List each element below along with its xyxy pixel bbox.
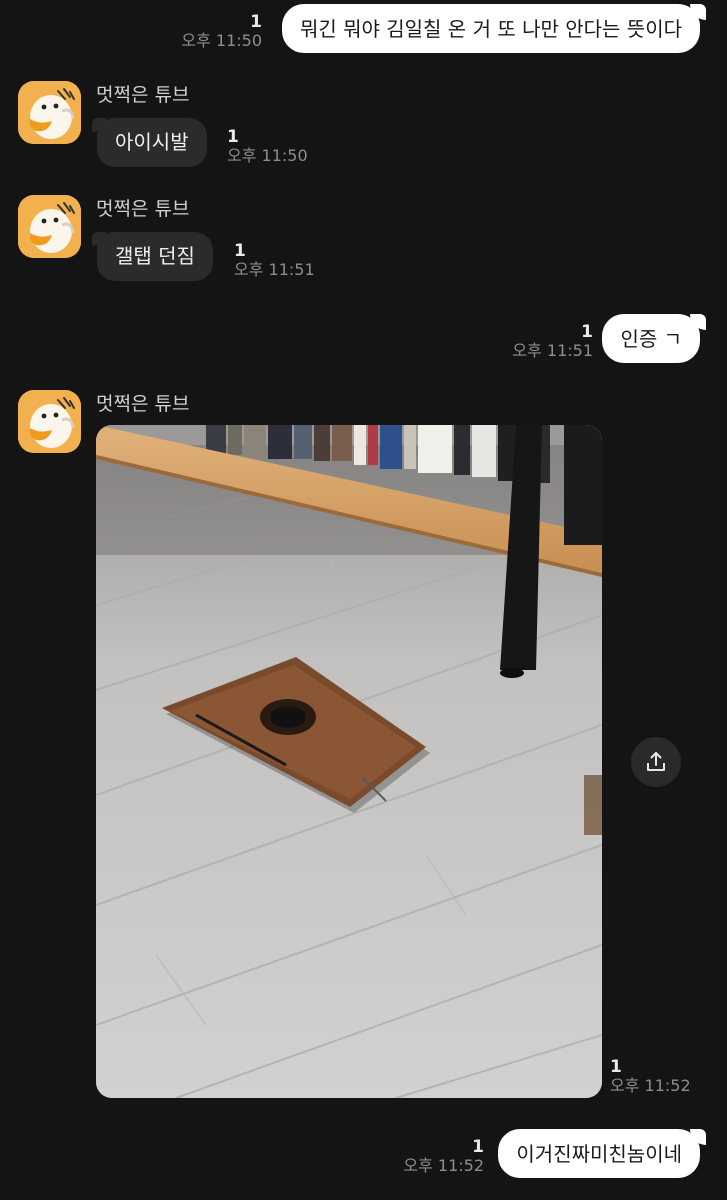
unread-count: 1 bbox=[227, 127, 239, 147]
message-meta: 1 오후 11:50 bbox=[227, 128, 308, 166]
message-time: 오후 11:52 bbox=[610, 1076, 691, 1095]
message-time: 오후 11:51 bbox=[234, 260, 315, 279]
message-meta: 1 오후 11:52 bbox=[403, 1138, 484, 1176]
sender-avatar[interactable] bbox=[18, 390, 81, 453]
message-time: 오후 11:50 bbox=[181, 31, 262, 50]
unread-count: 1 bbox=[250, 12, 262, 32]
sender-avatar[interactable] bbox=[18, 81, 81, 144]
incoming-message-bubble[interactable]: 갤탭 던짐 bbox=[92, 232, 213, 281]
tablet-on-floor-photo bbox=[96, 425, 602, 1098]
share-upload-icon bbox=[647, 752, 665, 771]
tube-duck-avatar-icon bbox=[18, 195, 81, 258]
outgoing-message-bubble[interactable]: 인증 ㄱ bbox=[602, 314, 706, 363]
message-time: 오후 11:52 bbox=[403, 1156, 484, 1175]
message-time: 오후 11:51 bbox=[512, 341, 593, 360]
message-text: 이거진짜미친놈이네 bbox=[516, 1142, 682, 1166]
message-text: 인증 ㄱ bbox=[620, 327, 682, 351]
message-text: 아이시발 bbox=[115, 130, 189, 154]
share-button[interactable] bbox=[631, 737, 681, 787]
outgoing-message-bubble[interactable]: 이거진짜미친놈이네 bbox=[498, 1129, 706, 1178]
photo-message[interactable] bbox=[96, 425, 602, 1098]
sender-avatar[interactable] bbox=[18, 195, 81, 258]
unread-count: 1 bbox=[610, 1057, 622, 1077]
message-text: 갤탭 던짐 bbox=[115, 244, 195, 268]
sender-name: 멋쩍은 튜브 bbox=[96, 393, 190, 415]
message-time: 오후 11:50 bbox=[227, 146, 308, 165]
unread-count: 1 bbox=[581, 322, 593, 342]
unread-count: 1 bbox=[472, 1137, 484, 1157]
message-meta: 1 오후 11:51 bbox=[234, 242, 315, 280]
message-text: 뭐긴 뭐야 김일칠 온 거 또 나만 안다는 뜻이다 bbox=[299, 17, 682, 41]
tube-duck-avatar-icon bbox=[18, 81, 81, 144]
message-meta: 1 오후 11:52 bbox=[610, 1058, 691, 1096]
unread-count: 1 bbox=[234, 241, 246, 261]
message-meta: 1 오후 11:51 bbox=[512, 323, 593, 361]
incoming-message-bubble[interactable]: 아이시발 bbox=[92, 118, 207, 167]
sender-name: 멋쩍은 튜브 bbox=[96, 198, 190, 220]
outgoing-message-bubble[interactable]: 뭐긴 뭐야 김일칠 온 거 또 나만 안다는 뜻이다 bbox=[281, 4, 706, 53]
sender-name: 멋쩍은 튜브 bbox=[96, 84, 190, 106]
message-meta: 1 오후 11:50 bbox=[181, 13, 262, 51]
tube-duck-avatar-icon bbox=[18, 390, 81, 453]
